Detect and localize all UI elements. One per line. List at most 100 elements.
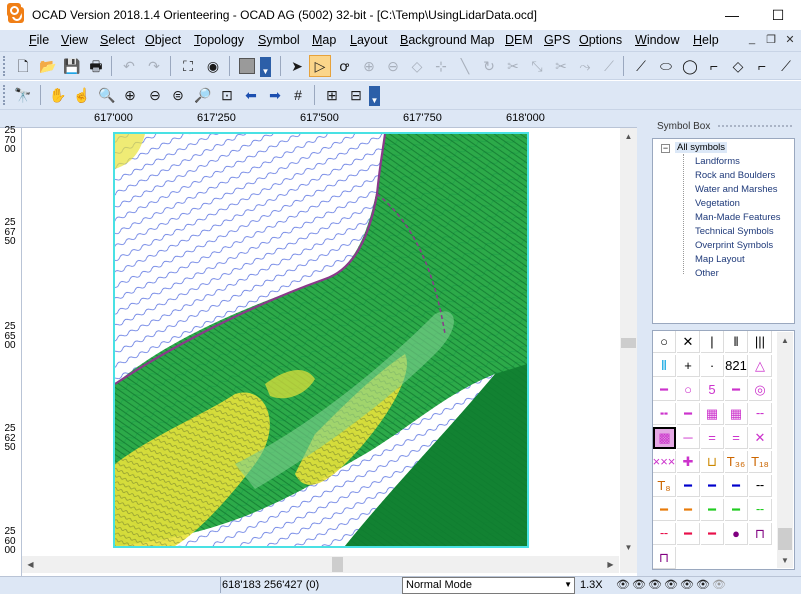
curve-dis-icon[interactable]: ⟋ [598, 55, 620, 77]
symbol-cell[interactable]: ╌ [749, 475, 772, 497]
fill-icon[interactable] [236, 55, 258, 77]
tree-item-man-made-features[interactable]: Man-Made Features [695, 212, 781, 223]
symbol-cell[interactable]: ✕ [677, 331, 700, 353]
rectangle-mode-icon[interactable]: ⌐ [703, 55, 725, 77]
eye-icon[interactable]: 👁 [664, 578, 678, 591]
zoom-out-icon[interactable]: ⊕ [119, 84, 141, 106]
symbol-cell[interactable]: | [701, 331, 724, 353]
open-icon[interactable]: 📂 [37, 55, 59, 77]
symbol-cell[interactable]: ▦ [701, 403, 724, 425]
print-icon[interactable]: 🖶 [85, 55, 107, 77]
symbol-cell[interactable]: ◎ [749, 379, 772, 401]
zoom-box-icon[interactable]: ⊡ [216, 84, 238, 106]
mdi-minimize-button[interactable]: _ [744, 33, 760, 48]
menu-object[interactable]: Object [145, 33, 181, 47]
symbol-cell[interactable]: ━ [701, 475, 724, 497]
symbol-cell[interactable]: T₁₈ [749, 451, 772, 473]
redo-icon[interactable]: ↷ [143, 55, 165, 77]
smooth-icon[interactable]: ⤳ [574, 55, 596, 77]
preview-icon[interactable]: ◉ [202, 55, 224, 77]
fullscreen-icon[interactable]: ⛶ [177, 55, 199, 77]
vertical-scrollbar[interactable]: ▲ ▼ [620, 128, 637, 556]
corner-point-icon[interactable]: ◇ [406, 55, 428, 77]
symbol-cell[interactable]: ━ [677, 499, 700, 521]
tree-item-water-and-marshes[interactable]: Water and Marshes [695, 184, 778, 195]
eye-icon[interactable]: 👁 [616, 578, 630, 591]
symbol-cell[interactable]: ⊔ [701, 451, 724, 473]
symbol-cell[interactable]: ▦ [725, 403, 748, 425]
scroll-thumb[interactable] [332, 557, 343, 572]
document-icon[interactable] [7, 3, 21, 17]
number-icon[interactable]: ⟋ [775, 55, 797, 77]
symbol-cell[interactable]: ╌ [749, 499, 772, 521]
scroll-up-icon[interactable]: ▲ [620, 128, 637, 145]
grid-icon[interactable]: # [287, 84, 309, 106]
symbol-cell[interactable]: ╍ [653, 403, 676, 425]
tree-item-technical-symbols[interactable]: Technical Symbols [695, 226, 774, 237]
symbol-cell[interactable]: ━ [677, 523, 700, 545]
zoom-window-icon[interactable]: 🔎 [192, 84, 214, 106]
find-icon[interactable]: 🔭 [12, 84, 34, 106]
tree-item-other[interactable]: Other [695, 268, 719, 279]
menu-dem[interactable]: DEM [505, 33, 533, 47]
horizontal-scrollbar[interactable]: ◀ ▶ [22, 556, 619, 573]
circle-mode-icon[interactable]: ◯ [679, 55, 701, 77]
symbol-cell[interactable]: ○ [653, 331, 676, 353]
symbol-cell[interactable]: ⦀ [653, 355, 676, 377]
straight-line-icon[interactable]: ◇ [727, 55, 749, 77]
menu-background-map[interactable]: Background Map [400, 33, 495, 47]
move-icon[interactable]: ☝ [71, 84, 93, 106]
scroll-down-icon[interactable]: ▼ [777, 552, 793, 568]
curve-mode-icon[interactable]: ⟋ [630, 55, 652, 77]
symbol-cell[interactable]: 5 [701, 379, 724, 401]
scroll-thumb[interactable] [778, 528, 792, 550]
menu-layout[interactable]: Layout [350, 33, 388, 47]
menu-topology[interactable]: Topology [194, 33, 244, 47]
maximize-button[interactable]: ☐ [755, 0, 801, 30]
symbol-cell[interactable]: ━ [701, 499, 724, 521]
freehand-icon[interactable]: ⌐ [751, 55, 773, 77]
cut-hole-icon[interactable]: ꝍ [333, 55, 355, 77]
mdi-restore-button[interactable]: ❐ [763, 33, 779, 48]
tree-root-all-symbols[interactable]: All symbols [675, 142, 728, 153]
symbol-cell[interactable]: · [701, 355, 724, 377]
lidar-orienteering-map[interactable] [113, 132, 529, 548]
hand-icon[interactable]: ✋ [47, 84, 69, 106]
tree-item-overprint-symbols[interactable]: Overprint Symbols [695, 240, 773, 251]
menu-file[interactable]: File [29, 33, 49, 47]
menu-options[interactable]: Options [579, 33, 622, 47]
edit-object-icon[interactable]: ➤ [286, 55, 308, 77]
panel-grip[interactable] [718, 125, 792, 128]
table-icon[interactable]: ⊟ [345, 84, 367, 106]
symbol-cell[interactable]: = [701, 427, 724, 449]
tree-item-map-layout[interactable]: Map Layout [695, 254, 745, 265]
cut-icon[interactable]: ✂ [502, 55, 524, 77]
symbol-cell[interactable]: ━ [677, 403, 700, 425]
remove-vertex-icon[interactable]: ⊖ [382, 55, 404, 77]
menu-select[interactable]: Select [100, 33, 135, 47]
symbol-grid-scrollbar[interactable]: ▲ ▼ [777, 332, 793, 568]
symbol-cell[interactable]: ━ [701, 523, 724, 545]
reshape-icon[interactable]: ╲ [454, 55, 476, 77]
symbol-cell[interactable]: ━ [725, 379, 748, 401]
zoom-prev-icon[interactable]: ⊖ [144, 84, 166, 106]
symbol-cell[interactable]: ━ [725, 475, 748, 497]
symbol-cell[interactable]: ○ [677, 379, 700, 401]
symbol-cell[interactable]: T₈ [653, 475, 676, 497]
save-icon[interactable]: 💾 [61, 55, 83, 77]
scroll-up-icon[interactable]: ▲ [777, 332, 793, 348]
forward-icon[interactable]: ➡ [264, 84, 286, 106]
minimize-button-hit[interactable] [709, 0, 755, 30]
symbol-cell[interactable]: △ [749, 355, 772, 377]
panel-splitter[interactable] [637, 110, 649, 576]
tree-item-landforms[interactable]: Landforms [695, 156, 740, 167]
symbol-cell[interactable]: T₃₆ [725, 451, 748, 473]
rotate-icon[interactable]: ↻ [478, 55, 500, 77]
mode-select[interactable]: Normal Mode ▼ [402, 577, 575, 594]
symbol-cell[interactable]: ⊓ [749, 523, 772, 545]
add-vertex-icon[interactable]: ⊕ [358, 55, 380, 77]
symbol-cell[interactable]: ━ [725, 499, 748, 521]
view-dropdown-icon[interactable]: ▼ [369, 86, 380, 106]
symbol-cell[interactable]: = [725, 427, 748, 449]
symbol-cell[interactable]: ╌ [749, 403, 772, 425]
